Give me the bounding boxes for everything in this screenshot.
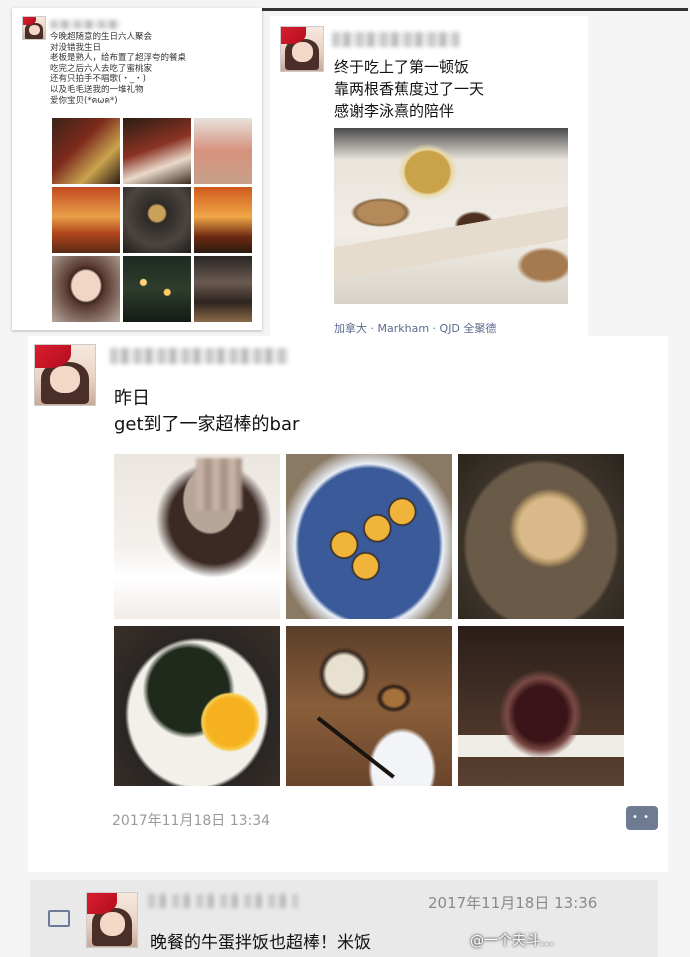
- photo-egg-rice-bowl[interactable]: [114, 626, 280, 786]
- photo-salad-plate[interactable]: [458, 454, 624, 619]
- photo-thumbnail[interactable]: [194, 256, 252, 322]
- comment-icon[interactable]: [48, 910, 70, 927]
- photo-peking-duck-table[interactable]: [334, 128, 568, 304]
- photo-cocktail[interactable]: [458, 626, 624, 786]
- photo-thumbnail[interactable]: [123, 256, 191, 322]
- username-blurred[interactable]: [148, 894, 298, 908]
- post-line: 以及毛毛送我的一堆礼物: [50, 84, 144, 95]
- photo-thumbnail[interactable]: [52, 187, 120, 253]
- photo-thumbnail[interactable]: [123, 118, 191, 184]
- post-line: 吃完之后六人去吃了蜜桃家: [50, 63, 153, 74]
- post-card-3: 昨日 get到了一家超棒的bar 2017年11月18日 13:34 • •: [28, 336, 668, 872]
- avatar[interactable]: [280, 26, 324, 72]
- post-text: 晚餐的牛蛋拌饭也超棒！米饭: [150, 933, 371, 953]
- post-line: 对没错我生日: [50, 42, 102, 53]
- photo-table-dishes[interactable]: [286, 626, 452, 786]
- photo-thumbnail[interactable]: [123, 187, 191, 253]
- post-card-4: 2017年11月18日 13:36 晚餐的牛蛋拌饭也超棒！米饭: [30, 880, 658, 957]
- photo-sushi-rolls[interactable]: [286, 454, 452, 619]
- post-line: 靠两根香蕉度过了一天: [334, 80, 485, 98]
- post-line-1: 昨日: [114, 388, 150, 409]
- watermark: @一个夫斗…: [470, 933, 554, 949]
- avatar[interactable]: [86, 892, 138, 948]
- post-timestamp: 2017年11月18日 13:34: [112, 813, 271, 829]
- post-text: 今晚超随意的生日六人聚会 对没错我生日 老板是熟人，给布置了超浮夸的餐桌 吃完之…: [50, 32, 260, 106]
- post-line: 老板是熟人，给布置了超浮夸的餐桌: [50, 53, 187, 64]
- post-line: 还有只拍手不唱歌(・_・): [50, 74, 146, 85]
- post-line-2: get到了一家超棒的bar: [114, 414, 300, 435]
- post-line: 终于吃上了第一顿饭: [334, 58, 470, 76]
- username-blurred[interactable]: [110, 348, 288, 364]
- post-card-1: 今晚超随意的生日六人聚会 对没错我生日 老板是熟人，给布置了超浮夸的餐桌 吃完之…: [12, 8, 262, 330]
- avatar[interactable]: [22, 16, 46, 40]
- username-blurred[interactable]: [50, 20, 120, 29]
- location-link[interactable]: 加拿大 · Markham · QJD 全聚德: [334, 320, 496, 336]
- post-card-2: 终于吃上了第一顿饭 靠两根香蕉度过了一天 感谢李泳熹的陪伴 加拿大 · Mark…: [270, 16, 588, 342]
- more-icon: • •: [632, 812, 650, 823]
- photo-thumbnail[interactable]: [52, 256, 120, 322]
- post-line: 爱你宝贝(*ฅωฅ*): [50, 95, 118, 106]
- avatar[interactable]: [34, 344, 96, 406]
- photo-thumbnail[interactable]: [194, 187, 252, 253]
- photo-thumbnail[interactable]: [52, 118, 120, 184]
- face-blur: [196, 458, 242, 510]
- post-line: 今晚超随意的生日六人聚会: [50, 32, 153, 42]
- top-border-line: [262, 8, 688, 11]
- photo-thumbnail[interactable]: [194, 118, 252, 184]
- username-blurred[interactable]: [332, 32, 460, 47]
- post-line: 感谢李泳熹的陪伴: [334, 102, 455, 120]
- comment-button[interactable]: • •: [626, 806, 658, 830]
- post-text: 终于吃上了第一顿饭 靠两根香蕉度过了一天 感谢李泳熹的陪伴: [334, 56, 484, 122]
- post-timestamp: 2017年11月18日 13:36: [428, 894, 598, 912]
